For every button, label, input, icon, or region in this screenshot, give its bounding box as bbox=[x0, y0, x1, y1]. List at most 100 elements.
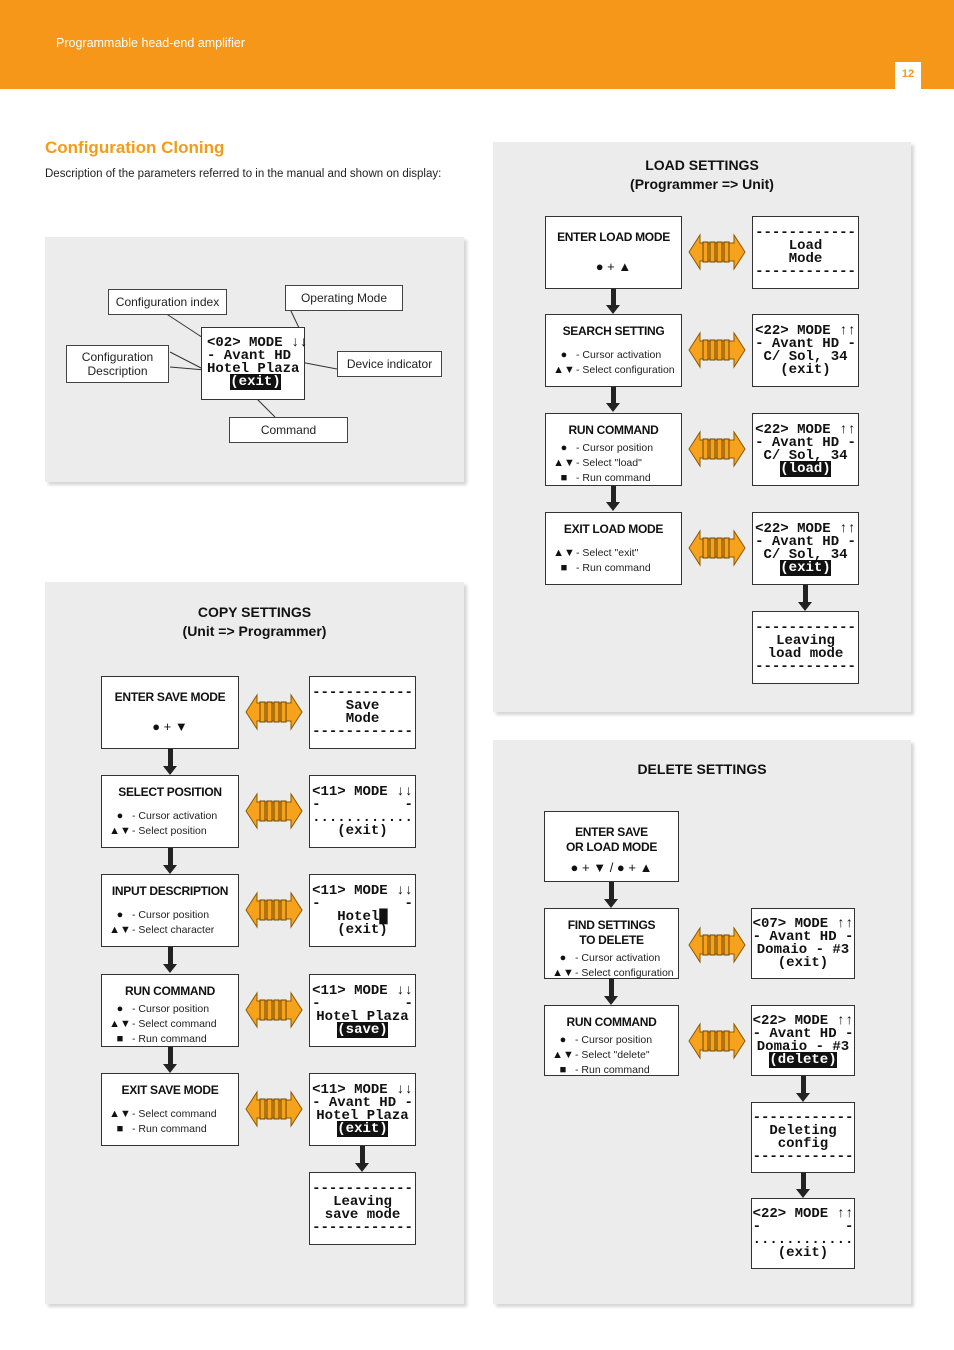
step-title: ENTER LOAD MODE bbox=[557, 230, 670, 244]
legend-panel: Configuration index Operating Mode Confi… bbox=[45, 237, 464, 482]
bidirectional-arrow-icon bbox=[245, 991, 303, 1029]
instruction-text: - Cursor activation bbox=[575, 952, 661, 964]
bidirectional-arrow-icon bbox=[688, 331, 746, 369]
button-symbol-icon: ▲▼ bbox=[553, 547, 575, 559]
button-symbol-icon: ▲▼ bbox=[109, 1108, 131, 1120]
step-instruction: ▲▼- Select command bbox=[108, 1017, 238, 1032]
load-settings-subtitle: (Programmer => Unit) bbox=[630, 176, 774, 192]
delete-settings-title: DELETE SETTINGS bbox=[637, 761, 767, 777]
step-instruction: ▲▼- Select configuration bbox=[552, 363, 681, 378]
button-symbol-icon: ■ bbox=[116, 1123, 124, 1135]
load-step-box: SEARCH SETTING ● - Cursor activation ▲▼- Se… bbox=[545, 314, 682, 387]
load-settings-title: LOAD SETTINGS bbox=[645, 157, 759, 173]
lcd-line: (delete) bbox=[769, 1051, 837, 1068]
copy-step-box: RUN COMMAND ● - Cursor position ▲▼- Select … bbox=[101, 974, 239, 1047]
copy-lcd-display: <11> MODE ↓↓ - - Hotel█ (exit) bbox=[309, 874, 416, 947]
copy-settings-subtitle: (Unit => Programmer) bbox=[182, 623, 327, 639]
instruction-text: - Run command bbox=[132, 1123, 207, 1135]
page-header: Programmable head-end amplifier 12 bbox=[0, 0, 954, 89]
bidirectional-arrow-icon bbox=[245, 792, 303, 830]
step-instruction: ■ - Run command bbox=[552, 471, 681, 486]
button-symbol-icon: ● bbox=[559, 1034, 567, 1046]
bidirectional-arrow-icon bbox=[688, 1022, 746, 1060]
step-instruction: ▲▼- Select "load" bbox=[552, 456, 681, 471]
step-title: EXIT SAVE MODE bbox=[121, 1083, 219, 1097]
copy-lcd-display: <11> MODE ↓↓ - - Hotel Plaza (save) bbox=[309, 974, 416, 1047]
lcd-command: (exit) bbox=[230, 374, 281, 390]
step-title: ENTER SAVE bbox=[575, 825, 648, 839]
step-instruction: ■ - Run command bbox=[551, 1063, 678, 1078]
instruction-text: - Cursor position bbox=[575, 1034, 653, 1046]
copy-final-lcd: ------------ Leaving save mode ------------ bbox=[309, 1172, 416, 1245]
step-instruction: ▲▼- Select position bbox=[108, 824, 238, 839]
step-title: INPUT DESCRIPTION bbox=[111, 884, 229, 898]
button-symbol-icon: ▲▼ bbox=[109, 825, 131, 837]
button-symbol-icon: ● bbox=[116, 1003, 124, 1015]
load-lcd-display: <22> MODE ↑↑ - Avant HD - C/ Sol, 34 (exit) bbox=[752, 314, 859, 387]
button-symbol-icon: ● bbox=[560, 442, 568, 454]
lcd-line: (exit) bbox=[777, 954, 829, 971]
lcd-line: (exit) bbox=[337, 921, 388, 938]
button-symbol-icon: ■ bbox=[116, 1033, 124, 1045]
delete-progress-lcd: ------------ Deleting config ------------ bbox=[751, 1102, 855, 1173]
bidirectional-arrow-icon bbox=[688, 233, 746, 271]
section-title: Configuration Cloning bbox=[45, 138, 225, 157]
config-index-label: Configuration index bbox=[108, 289, 227, 315]
lcd-line: ------------ bbox=[755, 263, 856, 280]
load-step-box: ENTER LOAD MODE ● + ▲ bbox=[545, 216, 682, 289]
config-description-label: Configuration Description bbox=[66, 345, 169, 383]
instruction-text: - Select "delete" bbox=[575, 1049, 650, 1061]
button-symbol-icon: ● bbox=[559, 952, 567, 964]
section-intro: Description of the parameters referred t… bbox=[45, 168, 442, 180]
button-symbol-icon: ▲▼ bbox=[109, 1018, 131, 1030]
button-symbol-icon: ▲▼ bbox=[552, 1049, 574, 1061]
instruction-text: - Cursor activation bbox=[576, 349, 662, 361]
bidirectional-arrow-icon bbox=[245, 693, 303, 731]
step-title: FIND SETTINGS bbox=[567, 918, 656, 932]
delete-step-box: RUN COMMAND ● - Cursor position ▲▼- Select … bbox=[544, 1005, 679, 1076]
load-step-box: RUN COMMAND ● - Cursor position ▲▼- Select … bbox=[545, 413, 682, 486]
bidirectional-arrow-icon bbox=[688, 430, 746, 468]
delete-final-lcd: <22> MODE ↑↑ - -............ (exit) bbox=[751, 1198, 855, 1269]
step-title: RUN COMMAND bbox=[124, 984, 216, 998]
button-symbol-icon: ▲▼ bbox=[553, 364, 575, 376]
step-instruction: ● - Cursor position bbox=[552, 441, 681, 456]
key-combination: ● + ▼ bbox=[152, 719, 188, 734]
copy-settings-title: COPY SETTINGS bbox=[197, 604, 312, 620]
step-title: ENTER SAVE MODE bbox=[114, 690, 226, 704]
instruction-text: - Select command bbox=[132, 1108, 217, 1120]
step-title: TO DELETE bbox=[579, 933, 644, 947]
copy-lcd-display: <11> MODE ↓↓ - Avant HD - Hotel Plaza (exit… bbox=[309, 1073, 416, 1146]
load-lcd-display: <22> MODE ↑↑ - Avant HD - C/ Sol, 34 (exit) bbox=[752, 512, 859, 585]
instruction-text: - Run command bbox=[575, 1064, 650, 1076]
load-lcd-display: ------------ Load Mode ------------ bbox=[752, 216, 859, 289]
lcd-line: (exit) bbox=[337, 1120, 388, 1137]
delete-step-box: FIND SETTINGS TO DELETE ● - Cursor activati… bbox=[544, 908, 679, 979]
device-indicator-label: Device indicator bbox=[337, 351, 442, 377]
lcd-line: (save) bbox=[337, 1021, 388, 1038]
instruction-text: - Run command bbox=[132, 1033, 207, 1045]
load-final-lcd: ------------ Leaving load mode ------------ bbox=[752, 611, 859, 684]
instruction-text: - Run command bbox=[576, 562, 651, 574]
delete-step-box: ENTER SAVE OR LOAD MODE ● + ▼ / ● + ▲ bbox=[544, 811, 679, 882]
button-symbol-icon: ● bbox=[116, 810, 124, 822]
instruction-text: - Select character bbox=[132, 924, 215, 936]
delete-lcd-display: <22> MODE ↑↑ - Avant HD - Domaio - #3 (dele… bbox=[751, 1005, 855, 1076]
step-instruction: ■ - Run command bbox=[108, 1032, 238, 1047]
lcd-line: ------------ bbox=[312, 1219, 413, 1236]
button-symbol-icon: ■ bbox=[560, 562, 568, 574]
instruction-text: - Select command bbox=[132, 1018, 217, 1030]
step-instruction: ● - Cursor activation bbox=[551, 951, 678, 966]
instruction-text: - Select position bbox=[132, 825, 207, 837]
button-symbol-icon: ■ bbox=[559, 1064, 567, 1076]
copy-lcd-display: ------------ Save Mode ------------ bbox=[309, 676, 416, 749]
instruction-text: - Select configuration bbox=[575, 967, 674, 979]
instruction-text: - Select "exit" bbox=[576, 547, 639, 559]
operating-mode-label: Operating Mode bbox=[285, 285, 403, 311]
button-symbol-icon: ● bbox=[116, 909, 124, 921]
delete-lcd-display: <07> MODE ↑↑ - Avant HD - Domaio - #3 (exit… bbox=[751, 908, 855, 979]
bidirectional-arrow-icon bbox=[245, 1090, 303, 1128]
step-title: OR LOAD MODE bbox=[565, 840, 658, 854]
lcd-line: (exit) bbox=[337, 822, 388, 839]
button-symbol-icon: ■ bbox=[560, 472, 568, 484]
